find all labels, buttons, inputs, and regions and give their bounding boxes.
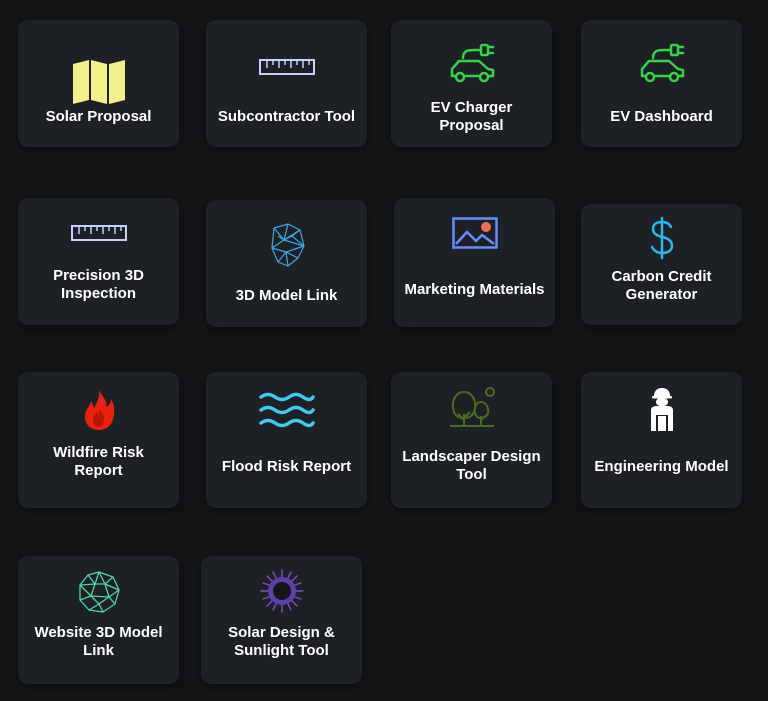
tile-solar-design-sunlight-tool[interactable]: Solar Design & Sunlight Tool (201, 556, 362, 684)
tile-label: Wildfire Risk Report (53, 444, 144, 479)
tile-wildfire-risk-report[interactable]: Wildfire Risk Report (18, 372, 179, 508)
tile-ev-charger-proposal[interactable]: EV Charger Proposal (391, 20, 552, 147)
ruler-icon (18, 224, 179, 242)
tile-label: Marketing Materials (404, 281, 545, 298)
tile-engineering-model[interactable]: Engineering Model (581, 372, 742, 508)
eclipse-icon (201, 568, 362, 614)
fire-icon (18, 386, 179, 432)
tile-label: Precision 3D Inspection (53, 267, 144, 302)
tile-ev-dashboard[interactable]: EV Dashboard (581, 20, 742, 147)
waves-icon (206, 390, 367, 430)
tile-label: Carbon Credit Generator (611, 268, 712, 303)
electric-car-icon (581, 40, 742, 84)
tile-landscaper-design-tool[interactable]: Landscaper Design Tool (391, 372, 552, 508)
engineer-icon (581, 386, 742, 432)
tile-label: Solar Design & Sunlight Tool (228, 624, 335, 659)
tile-label: EV Dashboard (610, 108, 713, 125)
tile-label: Subcontractor Tool (217, 108, 356, 125)
mesh-icon (206, 222, 367, 268)
mesh-globe-icon (18, 570, 179, 614)
ruler-icon (206, 58, 367, 76)
app-grid: Solar Proposal Subcontractor Tool EV Cha… (0, 0, 768, 701)
dollar-icon (581, 216, 742, 260)
trees-icon (391, 386, 552, 432)
tile-label: Flood Risk Report (221, 458, 352, 475)
tile-website-3d-model-link[interactable]: Website 3D Model Link (18, 556, 179, 684)
image-icon (394, 216, 555, 250)
tile-label: Landscaper Design Tool (402, 448, 541, 483)
tile-label: Website 3D Model Link (34, 624, 163, 659)
tile-label: EV Charger Proposal (430, 99, 513, 134)
tile-label: Engineering Model (594, 458, 729, 475)
tile-flood-risk-report[interactable]: Flood Risk Report (206, 372, 367, 508)
electric-car-icon (391, 40, 552, 84)
tile-marketing-materials[interactable]: Marketing Materials (394, 198, 555, 327)
tile-3d-model-link[interactable]: 3D Model Link (206, 200, 367, 327)
tile-label: 3D Model Link (235, 287, 338, 304)
tile-subcontractor-tool[interactable]: Subcontractor Tool (206, 20, 367, 147)
map-icon (18, 60, 179, 104)
tile-solar-proposal[interactable]: Solar Proposal (18, 20, 179, 147)
tile-carbon-credit-generator[interactable]: Carbon Credit Generator (581, 204, 742, 325)
tile-precision-3d-inspection[interactable]: Precision 3D Inspection (18, 198, 179, 325)
tile-label: Solar Proposal (45, 108, 152, 125)
